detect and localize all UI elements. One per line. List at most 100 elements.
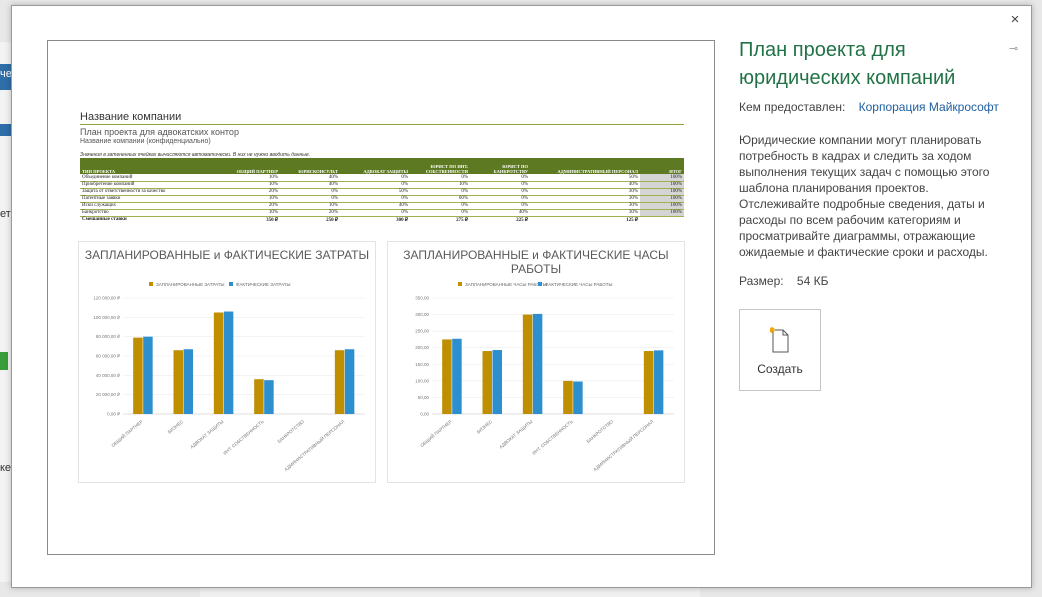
table-cell: 10% bbox=[220, 209, 280, 217]
table-cell: 125 ₽ bbox=[626, 217, 638, 223]
table-row: Приобретение компаний 10% 40% 0% 10% 0% … bbox=[80, 181, 684, 189]
table-header: ОБЩИЙ ПАРТНЕР bbox=[220, 158, 280, 174]
bar bbox=[334, 350, 345, 414]
table-cell: 10% bbox=[220, 195, 280, 203]
table-cell: 0% bbox=[470, 174, 530, 182]
y-tick-label: 50,00 bbox=[418, 395, 430, 400]
legend-label: ЗАПЛАНИРОВАННЫЕ ЧАСЫ РАБОТЫ bbox=[465, 282, 547, 287]
table-cell: Смешанные ставки bbox=[82, 217, 127, 223]
bar bbox=[492, 350, 502, 414]
table-cell: 0% bbox=[340, 195, 410, 203]
table-row: Банкротство 10% 20% 0% 0% 40% 30% 100% bbox=[80, 209, 684, 217]
bar bbox=[254, 379, 264, 414]
table-cell: 0% bbox=[410, 174, 470, 182]
x-tick-label: АДМИНИСТРАТИВНЫЙ ПЕРСОНАЛ bbox=[282, 417, 345, 472]
provider-line: Кем предоставлен: Корпорация Майкрософт bbox=[739, 100, 1009, 114]
bar bbox=[563, 380, 573, 414]
bar bbox=[522, 314, 533, 414]
x-tick-label: ИНТ. СОБСТВЕННОСТЬ bbox=[531, 419, 574, 456]
table-cell: 300 ₽ bbox=[396, 217, 408, 223]
legend-label: ФАКТИЧЕСКИЕ ЗАТРАТЫ bbox=[236, 282, 291, 287]
table-cell: 30% bbox=[530, 209, 640, 217]
bar bbox=[183, 349, 193, 414]
table-row: Объединение компаний 10% 40% 0% 0% 0% 50… bbox=[80, 174, 684, 182]
y-tick-label: 80 000,00 ₽ bbox=[96, 334, 121, 339]
x-tick-label: АДМИНИСТРАТИВНЫЙ ПЕРСОНАЛ bbox=[591, 417, 654, 472]
table-cell: 0% bbox=[410, 188, 470, 196]
y-tick-label: 40 000,00 ₽ bbox=[96, 373, 121, 378]
table-cell: 0% bbox=[470, 188, 530, 196]
table-cell: 350 ₽ bbox=[266, 217, 278, 223]
y-tick-label: 100 000,00 ₽ bbox=[93, 315, 121, 320]
table-cell: 20% bbox=[220, 202, 280, 210]
provider-link[interactable]: Корпорация Майкрософт bbox=[859, 100, 999, 114]
table-cell: 10% bbox=[410, 181, 470, 189]
x-tick-label: БАНКРОТСТВО bbox=[586, 419, 615, 444]
table-cell: 0% bbox=[410, 202, 470, 210]
bar bbox=[264, 380, 274, 414]
table-cell: 30% bbox=[530, 195, 640, 203]
table-header-row: ТИП ПРОЕКТА ОБЩИЙ ПАРТНЕР ЮРИСКОНСУЛЬТ А… bbox=[80, 158, 684, 174]
chart-svg: ЗАПЛАНИРОВАННЫЕ ЗАТРАТЫ ФАКТИЧЕСКИЕ ЗАТРА… bbox=[93, 282, 365, 472]
legend-swatch bbox=[229, 282, 233, 286]
hours-chart: ЗАПЛАНИРОВАННЫЕ и ФАКТИЧЕСКИЕ ЧАСЫ РАБОТ… bbox=[387, 241, 685, 483]
x-tick-label: БАНКРОТСТВО bbox=[277, 419, 306, 444]
bar bbox=[442, 339, 452, 414]
close-icon[interactable]: × bbox=[1007, 12, 1023, 28]
table-cell: 60% bbox=[410, 195, 470, 203]
x-tick-label: ОБЩИЙ ПАРТНЕР bbox=[418, 417, 453, 448]
table-cell: 50% bbox=[530, 174, 640, 182]
bar bbox=[532, 313, 543, 414]
table-cell: 0% bbox=[280, 188, 340, 196]
template-title: План проекта для юридических компаний bbox=[739, 39, 956, 89]
preview-subtitle: План проекта для адвокатских контор bbox=[80, 127, 239, 137]
bar bbox=[452, 338, 462, 414]
table-total-row: Смешанные ставки 350 ₽ 250 ₽ 300 ₽ 275 ₽… bbox=[80, 216, 684, 223]
y-tick-label: 300,00 bbox=[415, 312, 429, 317]
table-cell: 10% bbox=[280, 202, 340, 210]
table-cell: 30% bbox=[530, 202, 640, 210]
table-cell: Патентные заявки bbox=[80, 195, 220, 203]
table-cell: 100% bbox=[640, 188, 684, 196]
background-badge bbox=[0, 352, 8, 370]
costs-chart: ЗАПЛАНИРОВАННЫЕ и ФАКТИЧЕСКИЕ ЗАТРАТЫ ЗА… bbox=[78, 241, 376, 483]
background-text: ке bbox=[0, 462, 12, 474]
template-info-pane: План проекта для юридических компаний Ке… bbox=[739, 36, 1009, 288]
bar bbox=[213, 312, 224, 414]
preview-rule bbox=[80, 124, 684, 125]
template-preview-image: Название компании План проекта для адвок… bbox=[47, 40, 715, 555]
table-header: АДВОКАТ ЗАЩИТЫ bbox=[340, 158, 410, 174]
table-cell: Иски служащих bbox=[80, 202, 220, 210]
table-cell: 0% bbox=[340, 174, 410, 182]
size-label: Размер: bbox=[739, 274, 784, 288]
table-header: ЮРИСТ ПО БАНКРОТСТВУ bbox=[470, 158, 530, 174]
table-cell bbox=[640, 216, 684, 223]
size-value: 54 КБ bbox=[796, 274, 829, 288]
table-cell: 40% bbox=[280, 174, 340, 182]
y-tick-label: 0,00 bbox=[420, 412, 429, 417]
create-button[interactable]: Создать bbox=[739, 309, 821, 391]
table-cell: 10% bbox=[220, 174, 280, 182]
y-tick-label: 200,00 bbox=[415, 345, 429, 350]
table-cell: Приобретение компаний bbox=[80, 181, 220, 189]
bar bbox=[653, 350, 664, 414]
table-cell: 20% bbox=[220, 188, 280, 196]
legend-swatch bbox=[458, 282, 462, 286]
bar bbox=[143, 336, 153, 414]
legend-swatch bbox=[149, 282, 153, 286]
x-tick-label: АДВОКАТ ЗАЩИТЫ bbox=[498, 419, 533, 450]
table-cell: 0% bbox=[340, 181, 410, 189]
bar bbox=[344, 349, 355, 414]
preview-subtitle-2: Название компании (конфиденциально) bbox=[80, 138, 211, 145]
legend-swatch bbox=[538, 282, 542, 286]
table-cell: 40% bbox=[470, 209, 530, 217]
y-tick-label: 20 000,00 ₽ bbox=[96, 392, 121, 397]
x-tick-label: БИЗНЕС bbox=[167, 418, 185, 434]
table-cell: Защита от ответственности за качество bbox=[80, 188, 220, 196]
table-row: Защита от ответственности за качество 20… bbox=[80, 188, 684, 196]
pin-icon[interactable]: ⊸ bbox=[1009, 42, 1021, 55]
table-cell: 100% bbox=[640, 181, 684, 189]
table-cell: 50% bbox=[340, 188, 410, 196]
table-cell: 100% bbox=[640, 209, 684, 217]
provider-label: Кем предоставлен: bbox=[739, 100, 846, 114]
